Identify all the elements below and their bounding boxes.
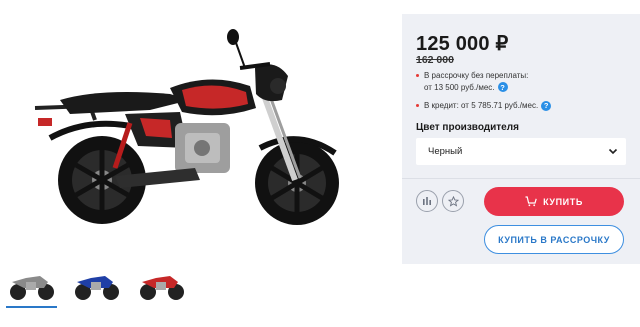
- thumbnail-red[interactable]: [134, 262, 189, 306]
- installment-line1: В рассрочку без переплаты:: [424, 71, 529, 80]
- product-page: 125 000 ₽ 162 000 В рассрочку без перепл…: [0, 0, 640, 327]
- help-icon[interactable]: ?: [497, 82, 508, 93]
- product-main-image[interactable]: [20, 28, 375, 243]
- star-icon: [447, 195, 459, 207]
- product-gallery: [0, 0, 395, 327]
- chevron-down-icon: [608, 148, 618, 155]
- thumbnail-blue[interactable]: [69, 262, 124, 306]
- installment-line2: от 13 500 руб./мес.: [424, 82, 495, 92]
- thumbnail-gray[interactable]: [4, 262, 59, 308]
- buy-installment-label: КУПИТЬ В РАССРОЧКУ: [498, 234, 610, 245]
- buy-button-label: КУПИТЬ: [543, 196, 583, 207]
- price: 125 000 ₽: [416, 33, 509, 55]
- color-select[interactable]: Черный: [416, 138, 626, 165]
- buy-installment-button[interactable]: КУПИТЬ В РАССРОЧКУ: [484, 225, 624, 254]
- cart-icon: [525, 196, 537, 207]
- installment-info: В рассрочку без переплаты: от 13 500 руб…: [416, 70, 606, 93]
- credit-text: В кредит: от 5 785.71 руб./мес.: [424, 101, 539, 110]
- bar-chart-icon: [423, 197, 431, 205]
- color-selected-value: Черный: [428, 146, 463, 157]
- bullet-dot: [416, 104, 419, 107]
- gallery-thumbnails: [4, 262, 189, 308]
- divider: [402, 178, 640, 179]
- old-price: 162 000: [416, 54, 454, 66]
- buy-button[interactable]: КУПИТЬ: [484, 187, 624, 216]
- buy-panel: 125 000 ₽ 162 000 В рассрочку без перепл…: [402, 14, 640, 264]
- compare-button[interactable]: [416, 190, 438, 212]
- credit-info: В кредит: от 5 785.71 руб./мес.?: [416, 100, 616, 112]
- favorite-button[interactable]: [442, 190, 464, 212]
- bullet-dot: [416, 74, 419, 77]
- color-label: Цвет производителя: [416, 122, 519, 133]
- help-icon[interactable]: ?: [541, 100, 552, 111]
